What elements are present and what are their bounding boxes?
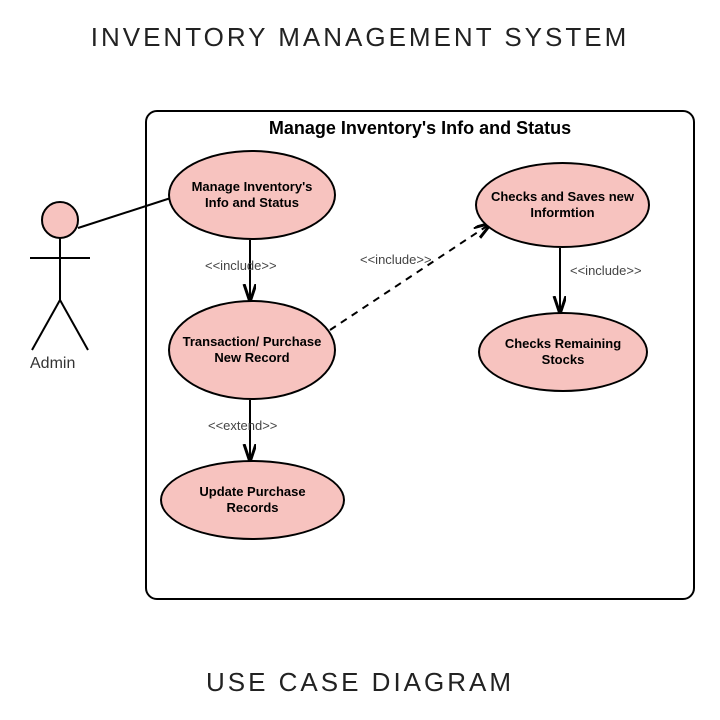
use-case-manage-inventory: Manage Inventory's Info and Status xyxy=(168,150,336,240)
use-case-label: Transaction/ Purchase New Record xyxy=(180,334,324,365)
page-footer: USE CASE DIAGRAM xyxy=(0,667,720,698)
actor-label: Admin xyxy=(30,355,75,373)
use-case-update-records: Update Purchase Records xyxy=(160,460,345,540)
diagram-stage: Manage Inventory's Info and Status Admin… xyxy=(0,0,720,720)
use-case-label: Checks and Saves new Informtion xyxy=(487,189,638,220)
use-case-label: Update Purchase Records xyxy=(172,484,333,515)
system-boundary-title: Manage Inventory's Info and Status xyxy=(240,118,600,139)
use-case-label: Manage Inventory's Info and Status xyxy=(180,179,324,210)
use-case-label: Checks Remaining Stocks xyxy=(490,336,636,367)
relation-label-include: <<include>> xyxy=(205,258,277,273)
use-case-checks-saves-info: Checks and Saves new Informtion xyxy=(475,162,650,248)
relation-label-include: <<include>> xyxy=(570,263,642,278)
use-case-checks-stocks: Checks Remaining Stocks xyxy=(478,312,648,392)
relation-label-extend: <<extend>> xyxy=(208,418,277,433)
relation-label-include: <<include>> xyxy=(360,252,432,267)
use-case-transaction-record: Transaction/ Purchase New Record xyxy=(168,300,336,400)
